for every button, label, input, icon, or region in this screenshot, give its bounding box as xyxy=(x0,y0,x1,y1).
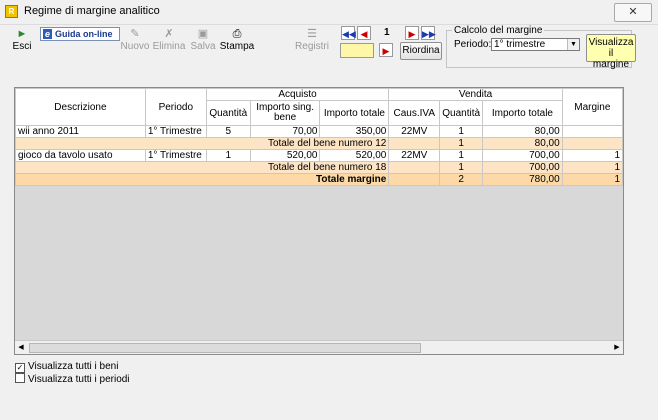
esci-button[interactable]: ► Esci xyxy=(10,27,34,52)
header-importo-sing: Importo sing. bene xyxy=(249,100,321,126)
window-title: Regime di margine analitico xyxy=(24,5,160,17)
tutti-beni-checkbox[interactable]: ✓ Visualizza tutti i beni xyxy=(15,361,118,373)
first-record-icon[interactable]: ◀◀ xyxy=(341,26,356,40)
visualizza-margine-button[interactable]: Visualizza il margine xyxy=(586,34,636,70)
horizontal-scrollbar[interactable]: ◀ ▶ xyxy=(15,340,623,354)
title-bar: R Regime di margine analitico ✕ xyxy=(0,0,658,25)
guida-online-button[interactable]: e Guida on-line xyxy=(40,27,120,41)
go-record-icon[interactable]: ▶ xyxy=(379,43,393,57)
table-row[interactable]: wii anno 2011 1° Trimestre 5 70,00 350,0… xyxy=(15,125,623,138)
elimina-button[interactable]: ✗ Elimina xyxy=(152,27,186,52)
riordina-button[interactable]: Riordina xyxy=(400,42,442,60)
new-icon: ✎ xyxy=(130,28,140,40)
tutti-periodi-checkbox[interactable]: Visualizza tutti i periodi xyxy=(15,373,130,385)
delete-icon: ✗ xyxy=(164,28,174,40)
header-periodo: Periodo xyxy=(144,88,207,126)
record-search-input[interactable] xyxy=(340,43,374,58)
table-row[interactable]: Totale margine 2 780,00 1 xyxy=(15,173,623,186)
header-vendita: Vendita xyxy=(388,88,563,101)
save-icon: ▣ xyxy=(197,28,209,40)
margin-grid[interactable]: Descrizione Periodo Acquisto Vendita Mar… xyxy=(14,87,624,355)
printer-icon: ⎙ xyxy=(232,28,242,40)
table-row[interactable]: gioco da tavolo usato 1° Trimestre 1 520… xyxy=(15,149,623,162)
stampa-button[interactable]: ⎙ Stampa xyxy=(219,27,255,52)
calcolo-margine-title: Calcolo del margine xyxy=(452,25,545,36)
help-icon: e xyxy=(43,29,53,39)
header-importo-totale-vendita: Importo totale xyxy=(482,100,563,126)
header-importo-totale: Importo totale xyxy=(319,100,390,126)
page-number: 1 xyxy=(384,27,390,38)
header-quantita-vendita: Quantità xyxy=(439,100,484,126)
scroll-thumb[interactable] xyxy=(29,343,421,353)
checkmark-icon[interactable]: ✓ xyxy=(15,363,25,373)
header-caus-iva: Caus.IVA xyxy=(388,100,441,126)
registers-icon: ☰ xyxy=(307,28,317,40)
prev-record-icon[interactable]: ◀ xyxy=(357,26,371,40)
registri-button[interactable]: ☰ Registri xyxy=(292,27,332,52)
next-record-icon[interactable]: ▶ xyxy=(405,26,419,40)
scroll-left-icon[interactable]: ◀ xyxy=(15,341,27,354)
header-descrizione: Descrizione xyxy=(15,88,146,126)
periodo-select[interactable]: 1° trimestre ▼ xyxy=(491,38,580,51)
header-margine: Margine xyxy=(561,88,623,126)
salva-button[interactable]: ▣ Salva xyxy=(189,27,217,52)
periodo-label: Periodo: xyxy=(454,39,492,50)
scroll-right-icon[interactable]: ▶ xyxy=(611,341,623,354)
close-button[interactable]: ✕ xyxy=(614,3,652,22)
nuovo-button[interactable]: ✎ Nuovo xyxy=(120,27,150,52)
header-acquisto: Acquisto xyxy=(205,88,390,101)
exit-icon: ► xyxy=(16,28,28,40)
last-record-icon[interactable]: ▶▶ xyxy=(421,26,436,40)
table-row[interactable]: Totale del bene numero 18 1 700,00 1 xyxy=(15,161,623,174)
app-icon: R xyxy=(5,5,18,18)
header-quantita: Quantità xyxy=(205,100,251,126)
chevron-down-icon[interactable]: ▼ xyxy=(567,39,579,50)
checkbox-empty-icon[interactable] xyxy=(15,373,25,383)
table-row[interactable]: Totale del bene numero 12 1 80,00 xyxy=(15,137,623,150)
margin-table: Descrizione Periodo Acquisto Vendita Mar… xyxy=(15,88,623,186)
